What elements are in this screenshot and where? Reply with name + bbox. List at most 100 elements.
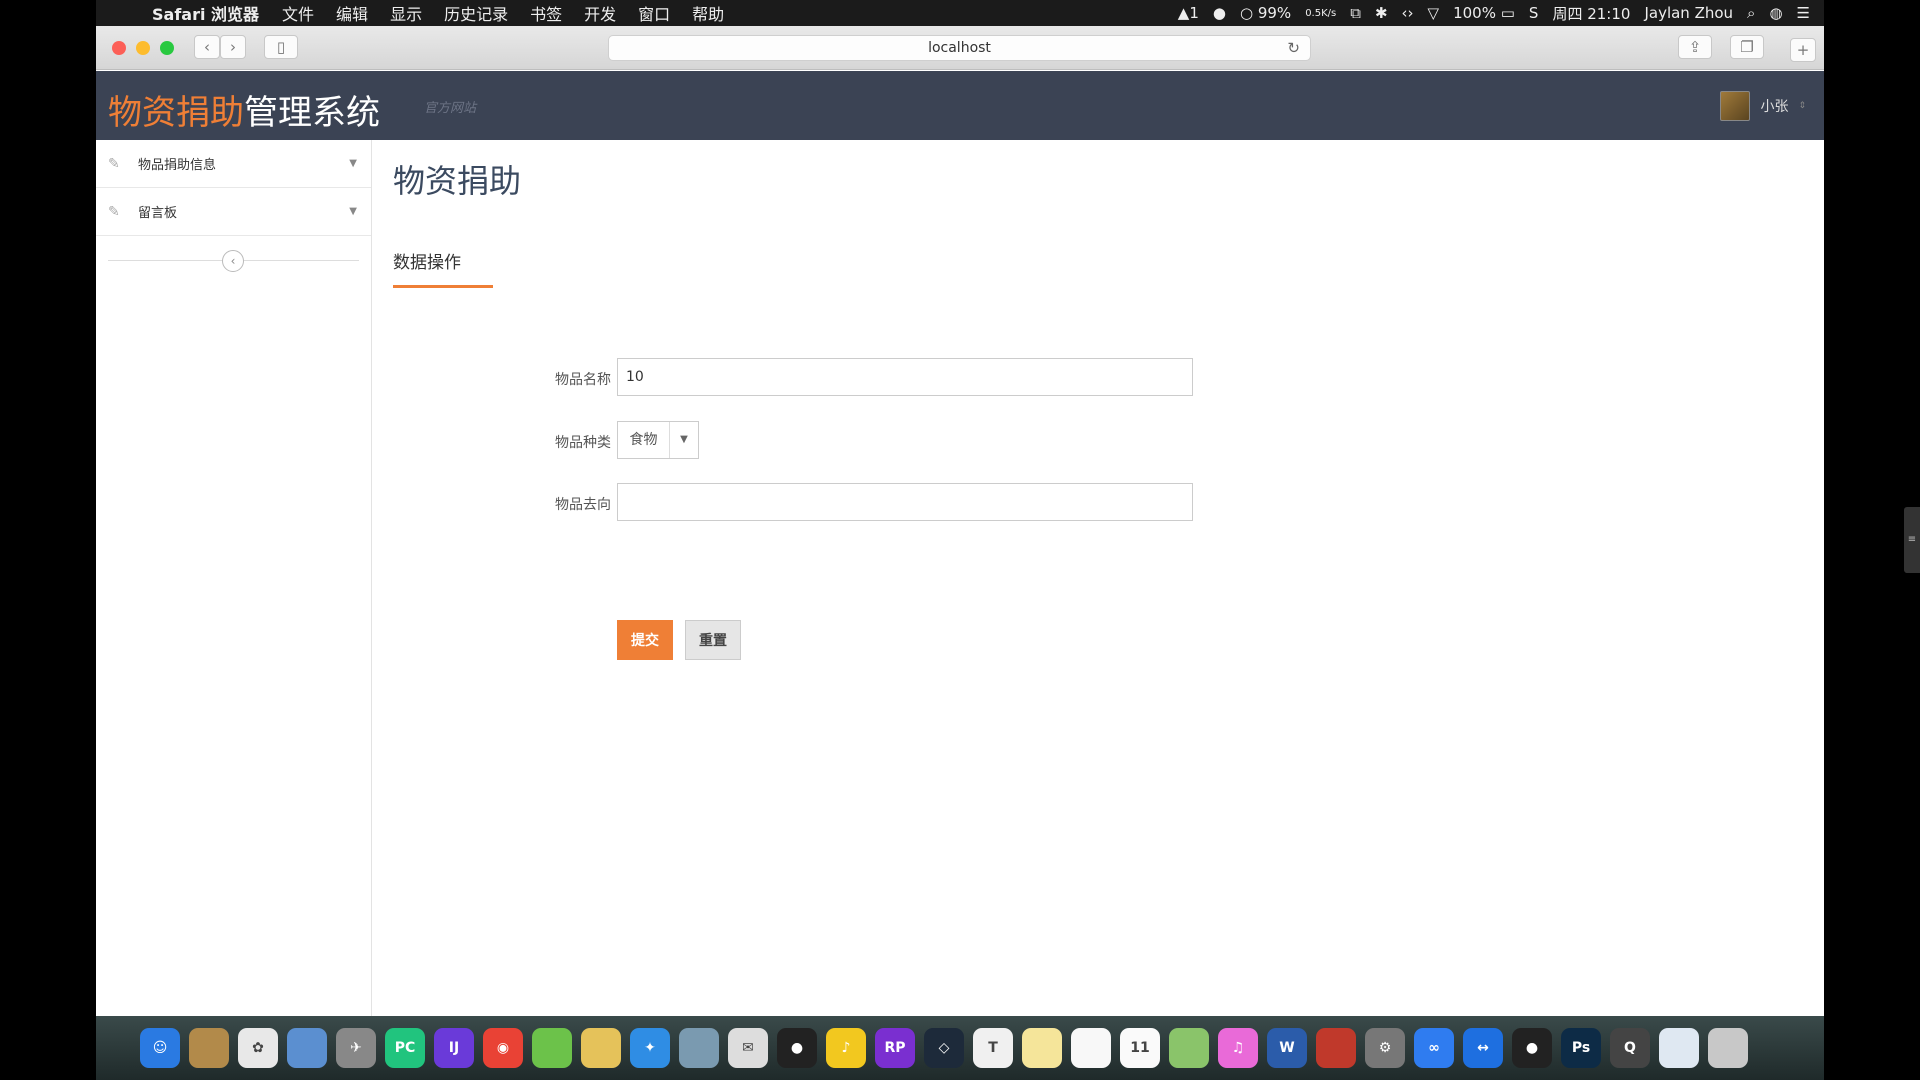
qq-status-icon[interactable]: ● — [1213, 4, 1226, 22]
teamviewer-icon[interactable]: ↔ — [1463, 1028, 1503, 1068]
battery-small-value: 99% — [1257, 4, 1292, 22]
menu-bar: Safari 浏览器 文件 编辑 显示 历史记录 书签 开发 窗口 帮助 ▲1 … — [96, 0, 1824, 26]
item-type-select[interactable]: 食物 ▼ — [617, 421, 699, 459]
typora-icon[interactable]: T — [973, 1028, 1013, 1068]
trash-icon[interactable] — [1708, 1028, 1748, 1068]
maximize-window-button[interactable] — [160, 41, 174, 55]
new-tab-button[interactable]: + — [1790, 38, 1816, 62]
wechat-icon[interactable]: ✉ — [728, 1028, 768, 1068]
dock: ☺ ✿ ✈ PC IJ ◉ ✦ ✉ ● ♪ RP ◇ T 11 ♫ W ⚙ ∞ ↔ ● Ps Q — [96, 1016, 1824, 1080]
photoshop-icon[interactable]: Ps — [1561, 1028, 1601, 1068]
menu-bookmarks[interactable]: 书签 — [530, 1, 562, 25]
reset-button[interactable]: 重置 — [685, 620, 741, 660]
preview-icon[interactable] — [287, 1028, 327, 1068]
close-window-button[interactable] — [112, 41, 126, 55]
pycharm-icon[interactable]: PC — [385, 1028, 425, 1068]
network-rate: 0.5K/s — [1305, 7, 1337, 19]
menu-window[interactable]: 窗口 — [638, 1, 670, 25]
item-type-value: 食物 — [618, 422, 670, 458]
battery-indicator[interactable]: 100% ▭ — [1453, 4, 1515, 22]
finder-icon[interactable]: ☺ — [140, 1028, 180, 1068]
forward-button[interactable]: › — [220, 35, 246, 59]
notification-center-icon[interactable]: ☰ — [1797, 4, 1810, 22]
share-icon[interactable]: ⇪ — [1678, 35, 1712, 59]
brand-title[interactable]: 物资捐助管理系统 — [108, 85, 380, 134]
safari-icon[interactable]: ✦ — [630, 1028, 670, 1068]
sidebar-item-donation-info[interactable]: ✎ 物品捐助信息 ▼ — [96, 140, 371, 188]
unity-icon[interactable]: ◇ — [924, 1028, 964, 1068]
system-prefs-icon[interactable]: ⚙ — [1365, 1028, 1405, 1068]
notes-brown-icon[interactable] — [189, 1028, 229, 1068]
notification-icon[interactable]: ▲1 — [1178, 4, 1199, 22]
siri-icon[interactable]: ◍ — [1769, 4, 1782, 22]
sync-icon[interactable]: S — [1529, 4, 1539, 22]
filezilla-icon[interactable] — [1316, 1028, 1356, 1068]
user-name: 小张 — [1760, 99, 1789, 115]
leaf-icon[interactable] — [532, 1028, 572, 1068]
menu-app-name[interactable]: Safari 浏览器 — [152, 1, 259, 25]
chrome-icon[interactable]: ◉ — [483, 1028, 523, 1068]
browser-toolbar: ‹ › ▯ localhost ↻ ⇪ ❐ + — [96, 26, 1824, 70]
user-menu[interactable]: 小张 ⇕ — [1720, 91, 1806, 121]
code-icon[interactable]: ‹› — [1402, 4, 1414, 22]
sidebar-item-label: 物品捐助信息 — [138, 158, 217, 173]
app-header: 物资捐助管理系统 官方网站 小张 ⇕ — [96, 71, 1824, 140]
menu-history[interactable]: 历史记录 — [444, 1, 508, 25]
submit-button[interactable]: 提交 — [617, 620, 673, 660]
tabs-overview-icon[interactable]: ❐ — [1730, 35, 1764, 59]
side-panel-tab[interactable]: ≡ — [1904, 507, 1920, 573]
menu-develop[interactable]: 开发 — [584, 1, 616, 25]
user-name-menu[interactable]: Jaylan Zhou — [1644, 4, 1733, 22]
caret-down-icon: ▼ — [680, 434, 688, 445]
baidu-netdisk-icon[interactable]: ∞ — [1414, 1028, 1454, 1068]
wifi-icon[interactable]: ▽ — [1428, 4, 1440, 22]
maps-icon[interactable] — [1169, 1028, 1209, 1068]
battery-small-indicator[interactable]: ○ 99% — [1240, 4, 1291, 22]
photos-icon[interactable]: ✿ — [238, 1028, 278, 1068]
menu-file[interactable]: 文件 — [282, 1, 314, 25]
menu-status-area: ▲1 ● ○ 99% 0.5K/s ⧉ ✱ ‹› ▽ 100% ▭ S 周四 2… — [1178, 0, 1810, 26]
brand-rest: 管理系统 — [244, 93, 380, 133]
reload-icon[interactable]: ↻ — [1287, 36, 1300, 60]
calendar-icon[interactable]: 11 — [1120, 1028, 1160, 1068]
sidebar: ✎ 物品捐助信息 ▼ ✎ 留言板 ▼ ‹ — [96, 140, 372, 1016]
sidebar-collapse-row: ‹ — [96, 236, 371, 286]
item-destination-label: 物品去向 — [555, 497, 611, 513]
item-destination-input[interactable] — [617, 483, 1193, 521]
sidebar-collapse-button[interactable]: ‹ — [222, 250, 244, 272]
menu-view[interactable]: 显示 — [390, 1, 422, 25]
menu-edit[interactable]: 编辑 — [336, 1, 368, 25]
spotlight-icon[interactable]: ⌕ — [1747, 4, 1755, 22]
screen: Safari 浏览器 文件 编辑 显示 历史记录 书签 开发 窗口 帮助 ▲1 … — [96, 0, 1824, 1080]
word-icon[interactable]: W — [1267, 1028, 1307, 1068]
window-icon[interactable]: ⧉ — [1350, 4, 1361, 22]
qq-alt-icon[interactable]: ● — [1512, 1028, 1552, 1068]
main-content: 物资捐助 数据操作 物品名称 物品种类 食物 ▼ 物品去向 提交 重置 — [373, 140, 1824, 1016]
sidebar-item-message-board[interactable]: ✎ 留言板 ▼ — [96, 188, 371, 236]
network-icon[interactable] — [679, 1028, 719, 1068]
stickies-icon[interactable] — [1022, 1028, 1062, 1068]
itunes-icon[interactable]: ♫ — [1218, 1028, 1258, 1068]
launchpad-icon[interactable]: ✈ — [336, 1028, 376, 1068]
url-text: localhost — [928, 40, 991, 56]
minimize-window-button[interactable] — [136, 41, 150, 55]
menu-help[interactable]: 帮助 — [692, 1, 724, 25]
clock[interactable]: 周四 21:10 — [1552, 3, 1630, 24]
axure-icon[interactable]: RP — [875, 1028, 915, 1068]
quicktime-icon[interactable]: Q — [1610, 1028, 1650, 1068]
peanut-icon[interactable] — [581, 1028, 621, 1068]
chevron-down-icon: ▼ — [349, 206, 357, 217]
music-icon[interactable]: ♪ — [826, 1028, 866, 1068]
bluetooth-icon[interactable]: ✱ — [1375, 4, 1388, 22]
back-button[interactable]: ‹ — [194, 35, 220, 59]
sidebar-item-label: 留言板 — [138, 206, 178, 221]
qq-icon[interactable]: ● — [777, 1028, 817, 1068]
documents-icon[interactable] — [1659, 1028, 1699, 1068]
sidebar-toggle-icon[interactable]: ▯ — [264, 35, 298, 59]
reminders-icon[interactable] — [1071, 1028, 1111, 1068]
address-bar[interactable]: localhost ↻ — [608, 35, 1311, 61]
tab-data-operation[interactable]: 数据操作 — [393, 248, 493, 288]
intellij-icon[interactable]: IJ — [434, 1028, 474, 1068]
official-site-link[interactable]: 官方网站 — [424, 97, 476, 116]
item-name-input[interactable] — [617, 358, 1193, 396]
